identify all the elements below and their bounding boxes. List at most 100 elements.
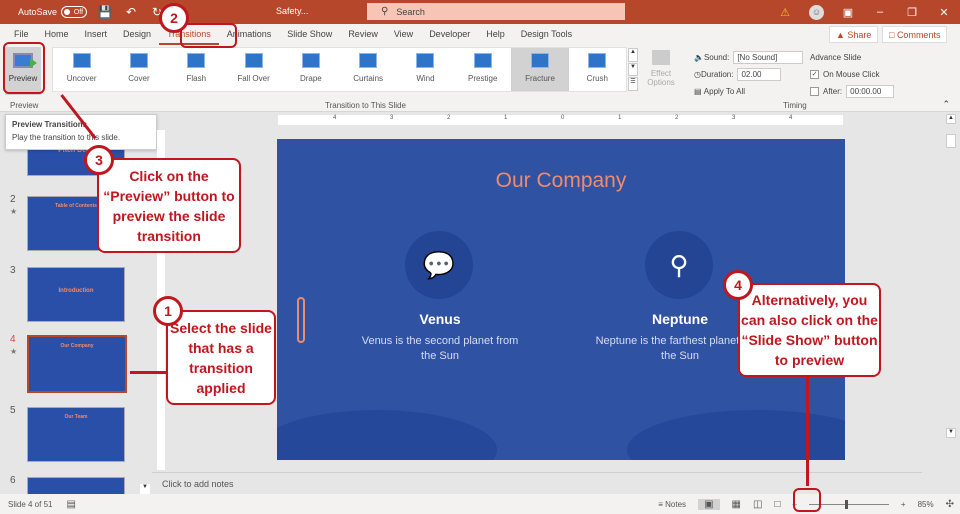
effect-options-button[interactable]: Effect Options: [643, 50, 679, 87]
speech-bubble-icon: 💬: [405, 231, 473, 299]
undo-icon[interactable]: ↶: [123, 5, 139, 19]
transition-crush[interactable]: Crush: [569, 48, 626, 91]
thumb-scroll-down-icon[interactable]: ▼: [140, 484, 150, 494]
transition-uncover[interactable]: Uncover: [53, 48, 110, 91]
slide-thumbnail-5[interactable]: Our Team: [27, 407, 125, 462]
reading-view-icon[interactable]: ◫: [753, 499, 762, 510]
slide-number: 6: [10, 475, 16, 486]
after-checkbox[interactable]: [810, 87, 819, 96]
callout-badge-3: 3: [84, 145, 114, 175]
tab-developer[interactable]: Developer: [421, 24, 478, 45]
tab-help[interactable]: Help: [478, 24, 513, 45]
tab-design[interactable]: Design: [115, 24, 159, 45]
warning-icon[interactable]: ⚠: [769, 6, 801, 19]
transition-flash[interactable]: Flash: [168, 48, 225, 91]
document-title[interactable]: Safety...: [276, 6, 308, 16]
ribbon-display-icon[interactable]: ▣: [832, 6, 864, 19]
maximize-icon[interactable]: ❐: [896, 6, 928, 19]
drape-icon: [301, 53, 320, 68]
vertical-scrollbar[interactable]: ▲ ▼: [946, 114, 958, 470]
callout-badge-2: 2: [159, 3, 189, 33]
save-icon[interactable]: 💾: [97, 5, 113, 19]
ruler-tick: 0: [561, 115, 565, 121]
comments-button[interactable]: □ Comments: [882, 26, 948, 43]
timing-group: 🔈 Sound: [No Sound] ◷ Duration: 02.00 ▤ Appl…: [694, 49, 804, 100]
tab-view[interactable]: View: [386, 24, 421, 45]
slide-number: 4: [10, 334, 16, 345]
arrow-line: [806, 376, 809, 486]
ruler-tick: 4: [789, 115, 793, 121]
slide-thumbnail-4[interactable]: Our Company: [27, 335, 127, 393]
normal-view-icon[interactable]: ▣: [698, 498, 720, 510]
sound-icon: 🔈: [694, 53, 704, 62]
share-button[interactable]: ▲ Share: [829, 26, 879, 43]
collapse-ribbon-icon[interactable]: ⌃: [942, 99, 950, 110]
advance-slide-group: Advance Slide ✓ On Mouse Click After: 00:0…: [810, 49, 895, 100]
gallery-more-icon[interactable]: ☰: [628, 77, 638, 92]
transition-drape[interactable]: Drape: [282, 48, 339, 91]
preview-group-label: Preview: [10, 101, 39, 110]
slide-show-highlight: [793, 488, 821, 512]
gallery-down-icon[interactable]: ▼: [628, 62, 638, 77]
after-stepper[interactable]: 00:00.00: [846, 85, 895, 98]
zoom-level[interactable]: 85%: [918, 500, 934, 509]
close-icon[interactable]: ✕: [928, 6, 960, 19]
tab-slide-show[interactable]: Slide Show: [279, 24, 340, 45]
ruler-tick: 1: [504, 115, 508, 121]
decor-blob: [627, 410, 845, 460]
slide-sorter-icon[interactable]: ▦: [732, 499, 741, 510]
transition-fracture[interactable]: Fracture: [511, 48, 569, 91]
tab-home[interactable]: Home: [37, 24, 77, 45]
on-mouse-click-checkbox[interactable]: ✓ On Mouse Click: [810, 66, 894, 83]
gallery-up-icon[interactable]: ▲: [628, 48, 638, 62]
apply-to-all-button[interactable]: ▤ Apply To All: [694, 83, 803, 100]
venus-description[interactable]: Venus is the second planet from the Sun: [355, 334, 525, 364]
account-avatar[interactable]: ☺: [809, 4, 824, 20]
transition-prestige[interactable]: Prestige: [454, 48, 511, 91]
transitions-group-label: Transition to This Slide: [325, 101, 406, 110]
slide-thumbnail-3[interactable]: Introduction: [27, 267, 125, 322]
search-placeholder: Search: [396, 6, 425, 17]
fall-over-icon: [244, 53, 263, 68]
transition-star-icon: ★: [10, 207, 18, 216]
autosave-label: AutoSave: [18, 7, 58, 17]
transition-curtains[interactable]: Curtains: [339, 48, 396, 91]
transition-wind[interactable]: Wind: [397, 48, 454, 91]
advance-slide-label: Advance Slide: [810, 53, 862, 62]
tab-design-tools[interactable]: Design Tools: [513, 24, 580, 45]
sound-dropdown[interactable]: [No Sound]: [733, 51, 804, 64]
transition-fall-over[interactable]: Fall Over: [225, 48, 282, 91]
zoom-in-icon[interactable]: +: [901, 500, 906, 509]
arrow-line: [130, 371, 167, 374]
autosave-toggle[interactable]: Off: [61, 6, 88, 18]
notes-button[interactable]: ≡ Notes: [658, 500, 686, 509]
title-bar: AutoSave Off 💾 ↶ ↻ Safety... ⚲ Search ⚠ …: [0, 0, 960, 24]
horizontal-ruler: 4 3 2 1 0 1 2 3 4: [278, 115, 843, 125]
tab-review[interactable]: Review: [340, 24, 386, 45]
transition-gallery: Uncover Cover Flash Fall Over Drape Curt…: [52, 47, 627, 92]
crush-icon: [588, 53, 607, 68]
slide-show-icon[interactable]: □: [774, 499, 780, 510]
ruler-tick: 3: [390, 115, 394, 121]
scroll-thumb[interactable]: [946, 134, 956, 148]
effect-options-icon: [652, 50, 670, 65]
accessibility-icon[interactable]: ▤: [66, 499, 75, 510]
neptune-heading[interactable]: Neptune: [600, 311, 760, 327]
apply-all-icon: ▤: [694, 87, 704, 96]
search-box[interactable]: ⚲ Search: [367, 3, 625, 20]
curtains-icon: [359, 53, 378, 68]
cover-icon: [129, 53, 148, 68]
venus-heading[interactable]: Venus: [360, 311, 520, 327]
fit-slide-icon[interactable]: ✣: [946, 499, 954, 510]
duration-stepper[interactable]: 02.00: [737, 68, 782, 81]
transition-cover[interactable]: Cover: [110, 48, 167, 91]
tab-insert[interactable]: Insert: [77, 24, 116, 45]
scroll-up-icon[interactable]: ▲: [946, 114, 956, 124]
slide-number: 5: [10, 405, 16, 416]
scroll-down-icon[interactable]: ▼: [946, 428, 956, 438]
slide-title[interactable]: Our Company: [277, 169, 845, 193]
clock-icon: ◷: [694, 70, 701, 79]
minimize-icon[interactable]: –: [864, 6, 896, 18]
ruler-tick: 1: [618, 115, 622, 121]
slide-number: 3: [10, 265, 16, 276]
